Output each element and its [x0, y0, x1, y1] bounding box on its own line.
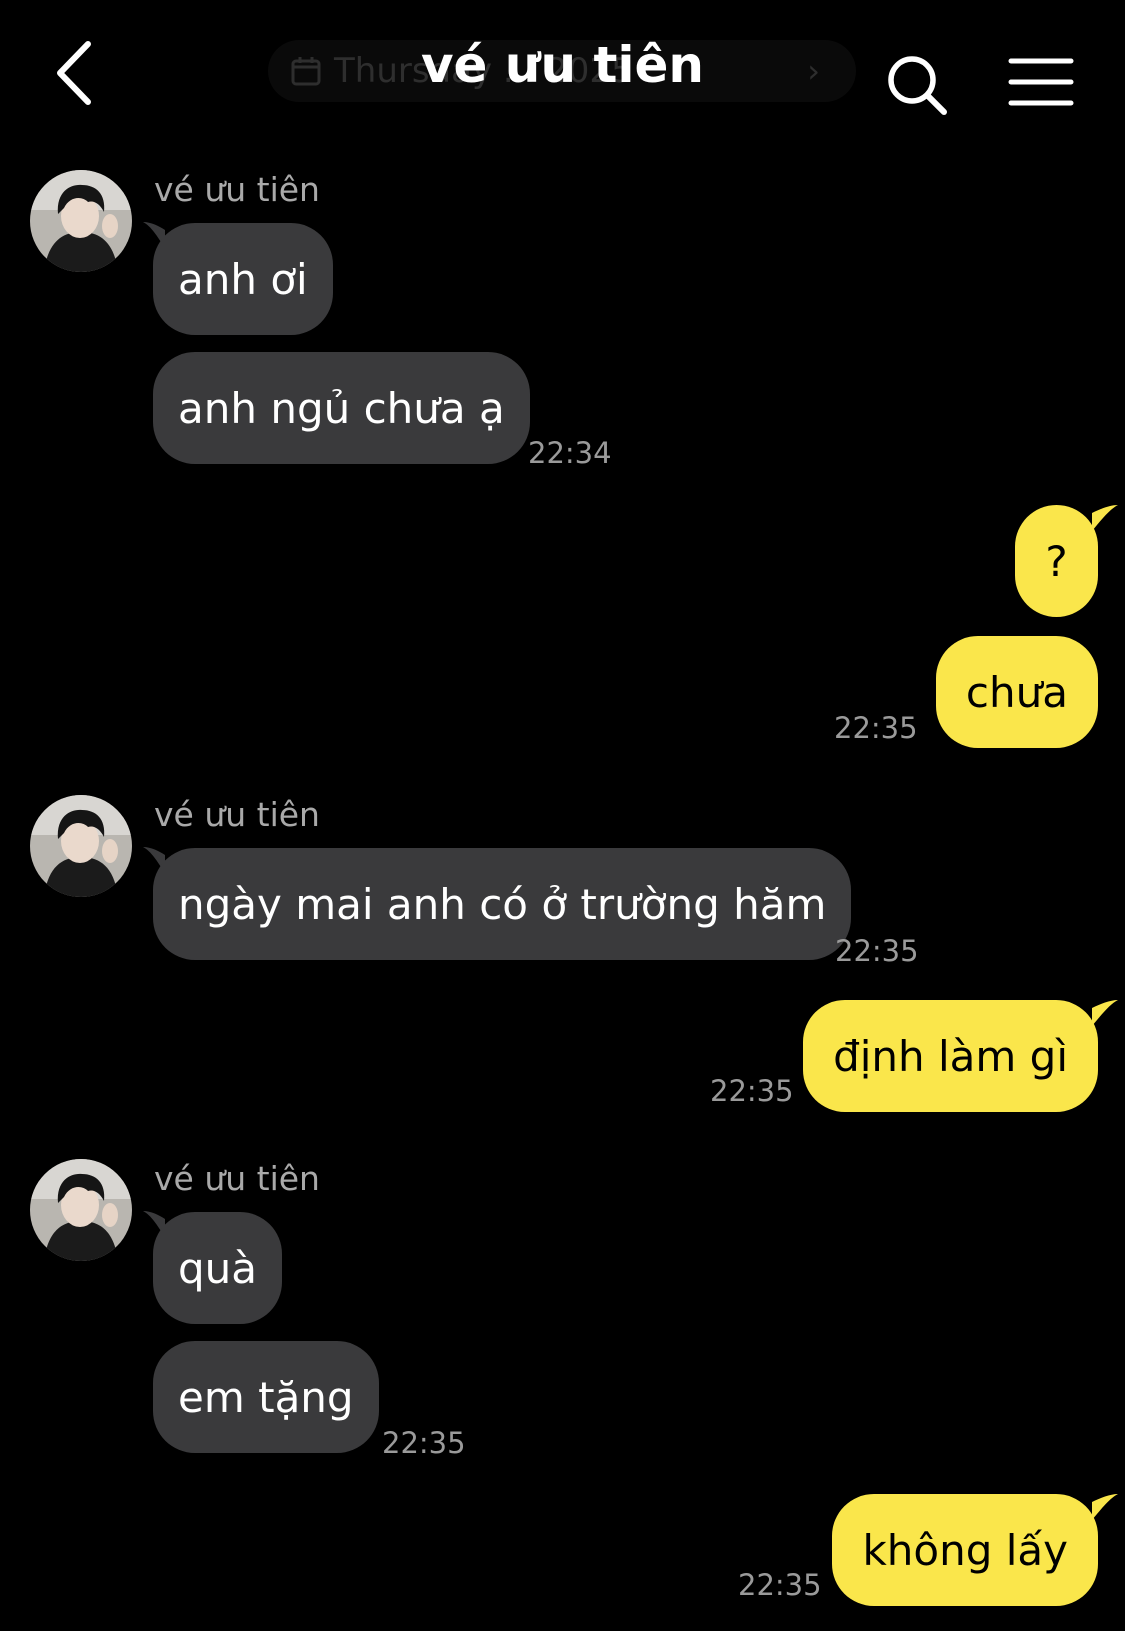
- avatar[interactable]: [30, 1159, 132, 1261]
- bubble-tail: [1092, 505, 1118, 531]
- date-pill[interactable]: Thursday ... 2025 ›: [268, 40, 856, 102]
- message-bubble[interactable]: định làm gì: [803, 1000, 1098, 1112]
- message-bubble[interactable]: em tặng: [153, 1341, 379, 1453]
- message-timestamp: 22:35: [382, 1426, 466, 1460]
- bubble-tail: [1092, 1000, 1118, 1026]
- chat-header: Thursday ... 2025 › vé ưu tiên: [0, 0, 1125, 140]
- chevron-right-icon: ›: [807, 52, 820, 90]
- message-timestamp: 22:35: [738, 1568, 822, 1602]
- message-bubble[interactable]: chưa: [935, 636, 1098, 748]
- calendar-icon: [291, 57, 321, 86]
- sender-name: vé ưu tiên: [154, 1159, 320, 1198]
- message-timestamp: 22:35: [710, 1074, 794, 1108]
- date-pill-text: Thursday ... 2025: [334, 51, 633, 91]
- sender-name: vé ưu tiên: [154, 170, 320, 209]
- message-timestamp: 22:34: [528, 436, 612, 470]
- message-bubble[interactable]: ngày mai anh có ở trường hăm: [153, 848, 852, 960]
- hamburger-menu-icon[interactable]: [1008, 56, 1074, 108]
- message-bubble[interactable]: quà: [153, 1212, 283, 1324]
- avatar[interactable]: [30, 795, 132, 897]
- message-timestamp: 22:35: [835, 934, 919, 968]
- avatar[interactable]: [30, 170, 132, 272]
- message-bubble[interactable]: anh ơi: [153, 223, 333, 335]
- chevron-left-icon[interactable]: [50, 38, 100, 108]
- message-timestamp: 22:35: [834, 711, 918, 745]
- message-bubble[interactable]: anh ngủ chưa ạ: [153, 352, 530, 464]
- message-bubble[interactable]: không lấy: [832, 1494, 1098, 1606]
- bubble-tail: [1092, 1494, 1118, 1520]
- search-icon[interactable]: [884, 52, 950, 118]
- sender-name: vé ưu tiên: [154, 795, 320, 834]
- message-bubble[interactable]: ?: [1015, 505, 1098, 617]
